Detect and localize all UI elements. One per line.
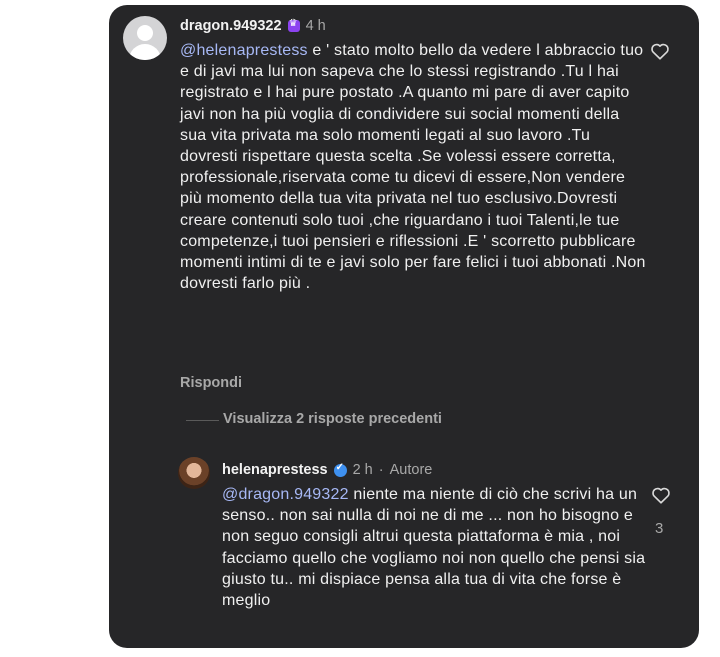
reply-body: niente ma niente di ciò che scrivi ha un… — [222, 486, 646, 610]
avatar[interactable] — [123, 16, 167, 60]
reply-mention[interactable]: @dragon.949322 — [222, 486, 349, 503]
reply-button[interactable]: Rispondi — [180, 375, 242, 391]
reply-like-icon[interactable] — [651, 486, 671, 504]
comment-mention[interactable]: @helenaprestess — [180, 42, 308, 59]
reply-avatar[interactable] — [178, 457, 210, 489]
view-previous-replies-button[interactable]: Visualizza 2 risposte precedenti — [223, 411, 442, 427]
reply-time: 2 h — [352, 462, 373, 478]
comment-body: e ' stato molto bello da vedere l abbrac… — [180, 42, 646, 293]
heart-outline-icon — [652, 487, 670, 504]
verified-badge-icon — [333, 462, 347, 477]
like-count: 3 — [655, 520, 664, 537]
reply-header: helenaprestess 2 h · Autore — [222, 460, 432, 480]
comment-card: dragon.949322 4 h @helenaprestess e ' st… — [109, 5, 699, 648]
avatar-body — [129, 44, 161, 60]
author-tag: Autore — [389, 462, 433, 478]
comment-username[interactable]: dragon.949322 — [180, 18, 282, 34]
comment-text: @helenaprestess e ' stato molto bello da… — [180, 40, 650, 294]
crown-badge-icon — [287, 18, 300, 32]
reply-text: @dragon.949322 niente ma niente di ciò c… — [222, 484, 662, 611]
divider — [186, 420, 219, 421]
like-icon[interactable] — [650, 42, 670, 60]
heart-outline-icon — [651, 43, 669, 60]
comment-header: dragon.949322 4 h — [180, 16, 326, 36]
reply-username[interactable]: helenaprestess — [222, 462, 328, 478]
reply-separator: · — [378, 462, 384, 478]
comment-time: 4 h — [305, 18, 326, 34]
avatar-head — [137, 25, 153, 41]
